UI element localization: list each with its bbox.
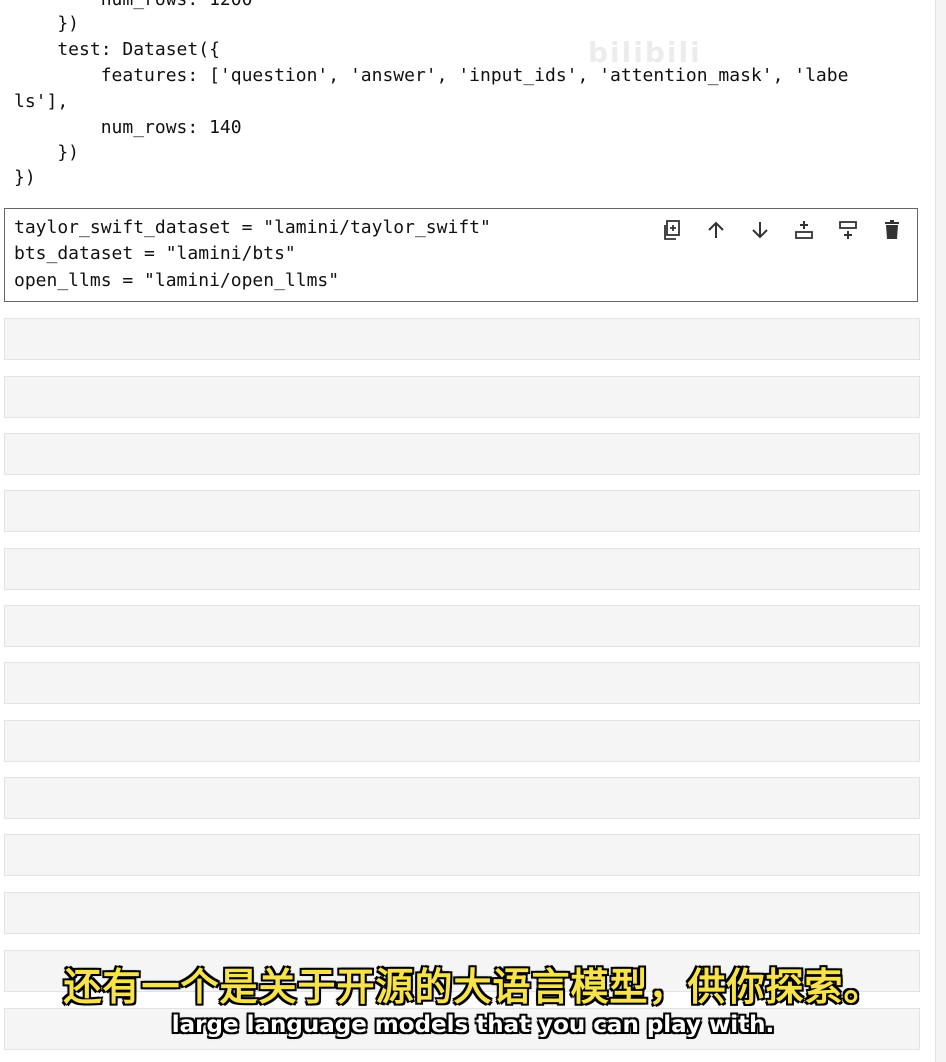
empty-cell[interactable] [4, 720, 920, 762]
cell-toolbar [641, 217, 905, 243]
delete-icon [885, 220, 899, 239]
insert-below-icon [839, 221, 857, 239]
bilibili-watermark: bilibili [588, 36, 702, 69]
output-line: features: ['question', 'answer', 'input_… [14, 65, 849, 86]
empty-cell[interactable] [4, 318, 920, 360]
empty-cell[interactable] [4, 490, 920, 532]
insert-above-button[interactable] [791, 217, 817, 243]
duplicate-cell-button[interactable] [659, 217, 685, 243]
empty-cell[interactable] [4, 662, 920, 704]
empty-cell[interactable] [4, 777, 920, 819]
move-up-icon [708, 221, 724, 238]
code-cell-active[interactable]: taylor_swift_dataset = "lamini/taylor_sw… [4, 208, 918, 302]
empty-cell[interactable] [4, 605, 920, 647]
insert-above-icon [795, 221, 813, 239]
notebook-scrollbar-edge[interactable] [935, 0, 946, 1062]
output-line: }) [14, 167, 36, 188]
output-line: }) [14, 142, 80, 163]
subtitle-chinese: 还有一个是关于开源的大语言模型，供你探索。 [62, 964, 883, 1010]
subtitle-english: large language models that you can play … [171, 1012, 775, 1038]
code-line[interactable]: taylor_swift_dataset = "lamini/taylor_sw… [14, 215, 491, 241]
empty-cell[interactable] [4, 548, 920, 590]
insert-below-button[interactable] [835, 217, 861, 243]
output-line: }) [14, 13, 80, 34]
cell-output: num_rows: 1200 }) test: Dataset({ featur… [14, 0, 924, 196]
empty-cell[interactable] [4, 834, 920, 876]
output-line: test: Dataset({ [14, 39, 220, 60]
move-up-button[interactable] [703, 217, 729, 243]
duplicate-icon [664, 220, 680, 240]
move-down-icon [752, 222, 768, 239]
empty-cell[interactable] [4, 433, 920, 475]
output-line: num_rows: 1200 [14, 0, 253, 12]
empty-cell[interactable] [4, 376, 920, 418]
move-down-button[interactable] [747, 217, 773, 243]
delete-cell-button[interactable] [879, 217, 905, 243]
output-line: num_rows: 140 [14, 117, 242, 138]
code-line[interactable]: bts_dataset = "lamini/bts" [14, 241, 296, 267]
code-line[interactable]: open_llms = "lamini/open_llms" [14, 268, 339, 294]
output-line: ls'], [14, 91, 69, 112]
empty-cell[interactable] [4, 892, 920, 934]
